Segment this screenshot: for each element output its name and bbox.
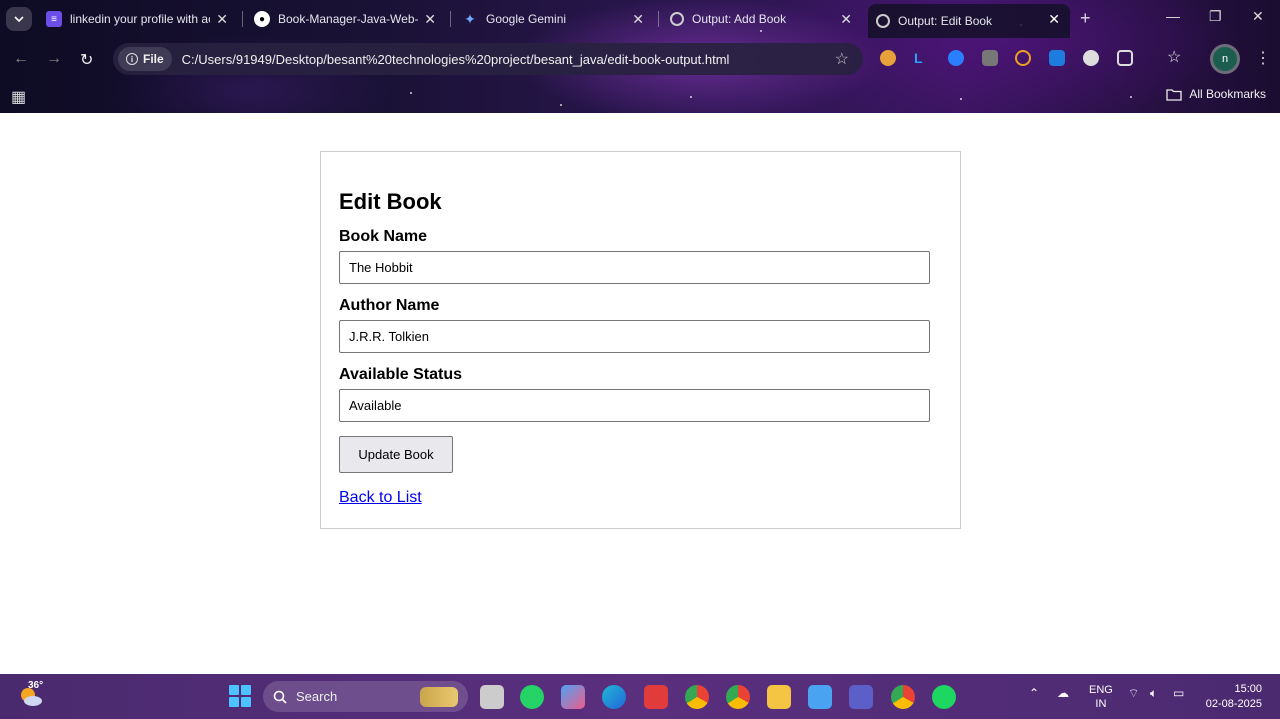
tab-title: Output: Edit Book bbox=[898, 14, 993, 28]
globe-icon bbox=[670, 12, 684, 26]
tab-title: Google Gemini bbox=[486, 12, 567, 26]
tab-github[interactable]: ● Book-Manager-Java-Web-Ap ✕ bbox=[246, 4, 446, 34]
search-placeholder: Search bbox=[296, 689, 338, 704]
chrome-active-icon[interactable] bbox=[891, 685, 915, 709]
tab-title: Output: Add Book bbox=[692, 12, 787, 26]
spotify-icon[interactable] bbox=[932, 685, 956, 709]
more-menu-icon[interactable]: ⋮ bbox=[1255, 48, 1271, 68]
volume-icon[interactable]: 🔈︎ bbox=[1150, 686, 1157, 701]
tab-search-button[interactable] bbox=[6, 7, 32, 31]
system-clock[interactable]: 15:00 02-08-2025 bbox=[1204, 682, 1262, 712]
taskbar-search-box[interactable]: Search bbox=[263, 681, 468, 712]
browser-toolbar: ← → ↻ i File C:/Users/91949/Desktop/besa… bbox=[0, 38, 1280, 80]
battery-icon[interactable]: ▭ bbox=[1173, 686, 1184, 700]
extension-icon[interactable] bbox=[880, 50, 896, 66]
back-arrow-icon[interactable]: ← bbox=[13, 50, 29, 68]
reading-list-icon[interactable]: ☆ bbox=[1167, 47, 1183, 66]
scheme-label: File bbox=[143, 52, 164, 66]
gemini-icon: ✦ bbox=[464, 10, 476, 27]
notepad-icon[interactable] bbox=[808, 685, 832, 709]
search-icon bbox=[273, 690, 287, 704]
tab-title: Book-Manager-Java-Web-Ap bbox=[278, 12, 418, 26]
windows-start-icon[interactable] bbox=[229, 685, 251, 707]
tab-add-book[interactable]: Output: Add Book ✕ bbox=[662, 4, 862, 34]
restore-button[interactable]: ❐ bbox=[1209, 8, 1222, 25]
chrome-icon[interactable] bbox=[685, 685, 709, 709]
page-content: Edit Book Book Name The Hobbit Author Na… bbox=[0, 113, 1280, 674]
reload-icon[interactable]: ↻ bbox=[80, 50, 93, 70]
url-text[interactable]: C:/Users/91949/Desktop/besant%20technolo… bbox=[182, 52, 730, 67]
available-status-input[interactable]: Available bbox=[339, 389, 930, 422]
wps-icon[interactable] bbox=[644, 685, 668, 709]
close-icon[interactable]: ✕ bbox=[216, 11, 228, 28]
apps-grid-icon[interactable]: ▦ bbox=[11, 87, 26, 107]
all-bookmarks-label: All Bookmarks bbox=[1189, 87, 1266, 101]
extension-icon[interactable] bbox=[948, 50, 964, 66]
taskbar: 36° Search ⌃ ☁ ENG IN ⌔ 🔈︎ ▭ 15:00 02-08… bbox=[0, 674, 1280, 719]
folder-icon bbox=[1166, 88, 1182, 101]
onedrive-icon[interactable]: ☁ bbox=[1057, 686, 1069, 700]
tab-gemini[interactable]: ✦ Google Gemini ✕ bbox=[454, 4, 654, 34]
address-bar[interactable]: i File C:/Users/91949/Desktop/besant%20t… bbox=[113, 43, 863, 75]
tab-edit-book[interactable]: Output: Edit Book ✕ bbox=[868, 4, 1070, 38]
wifi-icon[interactable]: ⌔ bbox=[1128, 686, 1139, 701]
close-icon[interactable]: ✕ bbox=[632, 11, 644, 28]
chrome-profile-icon[interactable] bbox=[726, 685, 750, 709]
whatsapp-icon[interactable] bbox=[520, 685, 544, 709]
site-info-chip[interactable]: i File bbox=[118, 47, 172, 71]
author-name-input[interactable]: J.R.R. Tolkien bbox=[339, 320, 930, 353]
tab-linkedin[interactable]: ≡ linkedin your profile with ac ✕ bbox=[38, 4, 238, 34]
github-icon: ● bbox=[254, 11, 270, 27]
close-icon[interactable]: ✕ bbox=[840, 11, 852, 28]
window-close-button[interactable]: ✕ bbox=[1252, 8, 1264, 25]
info-icon: i bbox=[126, 53, 138, 65]
timer-icon[interactable] bbox=[1015, 50, 1031, 66]
extension-icon[interactable] bbox=[1083, 50, 1099, 66]
edit-book-form: Edit Book Book Name The Hobbit Author Na… bbox=[320, 151, 961, 529]
book-name-input[interactable]: The Hobbit bbox=[339, 251, 930, 284]
update-book-button[interactable]: Update Book bbox=[339, 436, 453, 473]
author-name-label: Author Name bbox=[339, 297, 440, 314]
browser-chrome: ≡ linkedin your profile with ac ✕ ● Book… bbox=[0, 0, 1280, 113]
forward-arrow-icon[interactable]: → bbox=[46, 50, 62, 68]
close-icon[interactable]: ✕ bbox=[424, 11, 436, 28]
available-status-label: Available Status bbox=[339, 366, 463, 383]
globe-icon bbox=[876, 14, 890, 28]
store-icon[interactable] bbox=[561, 685, 585, 709]
language-indicator[interactable]: ENG IN bbox=[1089, 683, 1113, 711]
all-bookmarks-button[interactable]: All Bookmarks bbox=[1166, 87, 1266, 101]
extension-icon[interactable] bbox=[1049, 50, 1065, 66]
profile-avatar[interactable]: n bbox=[1210, 44, 1240, 74]
back-to-list-link[interactable]: Back to List bbox=[339, 489, 422, 507]
bookmarks-bar: ▦ All Bookmarks bbox=[0, 80, 1280, 113]
page-title: Edit Book bbox=[339, 189, 442, 214]
search-highlight-icon bbox=[420, 686, 458, 707]
forms-icon: ≡ bbox=[46, 11, 62, 27]
extension-icon[interactable] bbox=[982, 50, 998, 66]
book-name-label: Book Name bbox=[339, 228, 428, 245]
teams-icon[interactable] bbox=[849, 685, 873, 709]
extension-icon[interactable]: L bbox=[914, 50, 930, 66]
task-view-icon[interactable] bbox=[480, 685, 504, 709]
bookmark-star-icon[interactable]: ☆ bbox=[835, 49, 849, 69]
close-icon[interactable]: ✕ bbox=[1048, 11, 1060, 28]
minimize-button[interactable]: — bbox=[1166, 8, 1180, 24]
temperature-label: 36° bbox=[28, 680, 44, 691]
tab-strip: ≡ linkedin your profile with ac ✕ ● Book… bbox=[0, 0, 1280, 38]
tab-title: linkedin your profile with ac bbox=[70, 12, 210, 26]
edge-icon[interactable] bbox=[602, 685, 626, 709]
chevron-up-icon[interactable]: ⌃ bbox=[1029, 686, 1039, 700]
file-explorer-icon[interactable] bbox=[767, 685, 791, 709]
chevron-down-icon bbox=[14, 16, 24, 23]
new-tab-button[interactable]: + bbox=[1080, 8, 1091, 29]
puzzle-icon[interactable] bbox=[1117, 50, 1133, 66]
